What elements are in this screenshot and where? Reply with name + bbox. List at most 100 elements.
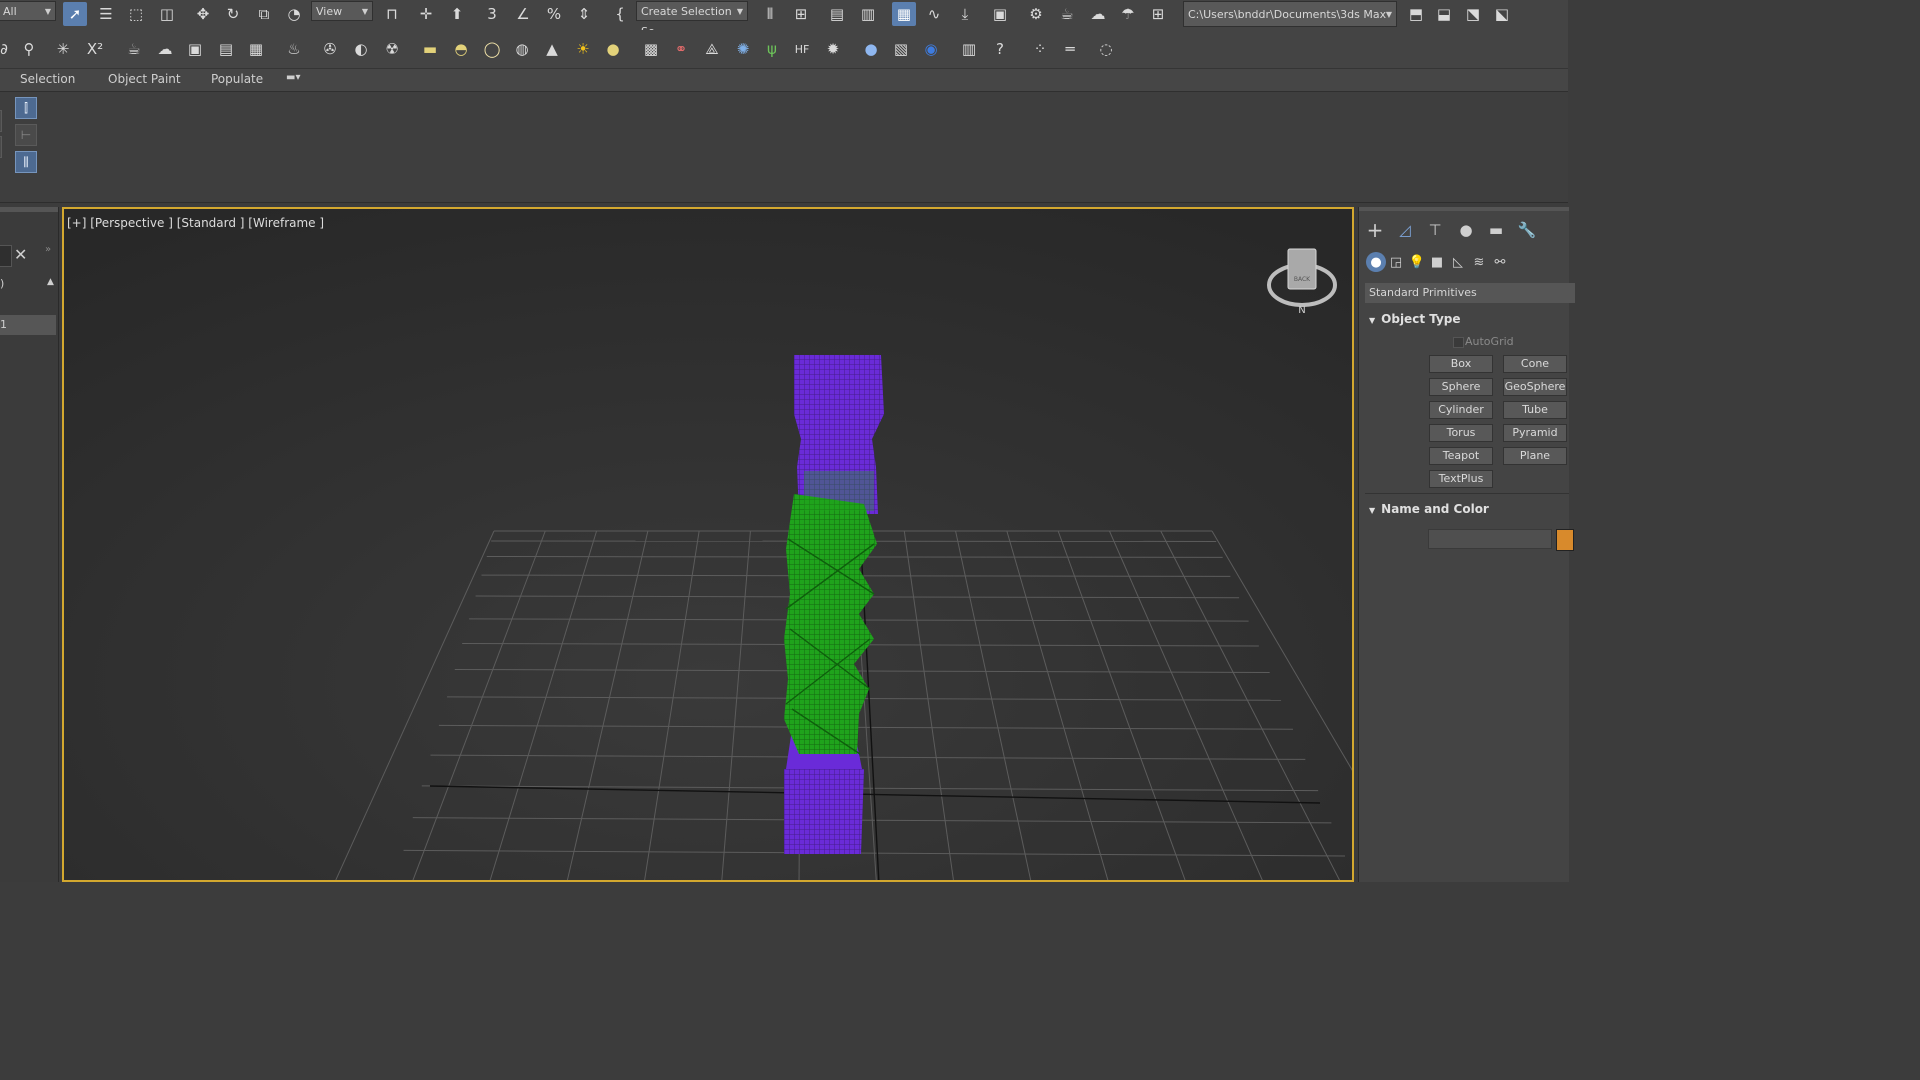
cameras-category-icon[interactable]: ■ <box>1427 252 1447 272</box>
select-by-name-icon[interactable]: ☰ <box>94 2 118 26</box>
dotted-circle-icon[interactable]: ◌ <box>1094 37 1118 61</box>
ribbon-tool-icon[interactable]: ⫿ <box>15 97 37 119</box>
ribbon-side-icon[interactable]: ▯ <box>0 136 2 158</box>
object-type-rollout-header[interactable]: ▼ Object Type <box>1369 312 1461 326</box>
project-folder-icon[interactable]: ⬒ <box>1404 2 1428 26</box>
grid-table-icon[interactable]: ▦ <box>244 37 268 61</box>
render-frame-icon[interactable]: ▣ <box>183 37 207 61</box>
particle-icon[interactable]: ✳ <box>51 37 75 61</box>
fracture-icon[interactable]: ⟁ <box>700 37 724 61</box>
snaps-toggle-icon[interactable]: 3 <box>480 2 504 26</box>
cloth-icon[interactable]: ⚭ <box>669 37 693 61</box>
autogrid-checkbox[interactable] <box>1453 337 1464 348</box>
cloud-icon[interactable]: ☁ <box>153 37 177 61</box>
ribbon-menu-icon[interactable]: ▬▾ <box>286 72 300 83</box>
lights-category-icon[interactable]: 💡 <box>1407 252 1427 272</box>
systems-category-icon[interactable]: ⚯ <box>1490 252 1510 272</box>
light-lister-icon[interactable]: ♨ <box>282 37 306 61</box>
hf-icon[interactable]: HF <box>790 37 814 61</box>
dome-light-icon[interactable]: ● <box>601 37 625 61</box>
paint-tool-icon[interactable]: ∂ <box>0 37 16 61</box>
box-button[interactable]: Box <box>1429 355 1493 373</box>
grass-icon[interactable]: ψ <box>760 37 784 61</box>
dotted-grid-icon[interactable]: ⁘ <box>1028 37 1052 61</box>
ribbon-tool-icon[interactable]: ⊢ <box>15 124 37 146</box>
plane-button[interactable]: Plane <box>1503 447 1567 465</box>
modify-tab-icon[interactable]: ◿ <box>1393 219 1417 241</box>
toggle-layer-explorer-icon[interactable]: ▥ <box>856 2 880 26</box>
angle-snap-icon[interactable]: ∠ <box>511 2 535 26</box>
teapot-button[interactable]: Teapot <box>1429 447 1493 465</box>
image-viewer-icon[interactable]: ▧ <box>889 37 913 61</box>
keyboard-shortcut-icon[interactable]: ⬆ <box>445 2 469 26</box>
primitive-category-dropdown[interactable]: Standard Primitives <box>1365 283 1575 303</box>
helpers-category-icon[interactable]: ◺ <box>1448 252 1468 272</box>
sphere-light-icon[interactable]: ◯ <box>480 37 504 61</box>
help-icon[interactable]: ? <box>988 37 1012 61</box>
material-sphere-icon[interactable]: ◉ <box>919 37 943 61</box>
shapes-category-icon[interactable]: ◲ <box>1386 252 1406 272</box>
pivot-center-icon[interactable]: ⊓ <box>380 2 404 26</box>
explorer-column-header[interactable]: ) ▲ <box>0 277 58 293</box>
schematic-view-icon[interactable]: ⤓ <box>953 2 977 26</box>
hemisphere-icon[interactable]: ◓ <box>449 37 473 61</box>
named-selection-dropdown[interactable]: Create Selection Se ▼ <box>636 1 748 38</box>
tab-object-paint[interactable]: Object Paint <box>108 72 181 86</box>
pyramid-button[interactable]: Pyramid <box>1503 424 1567 442</box>
shell-icon[interactable]: ◍ <box>510 37 534 61</box>
project-path-dropdown[interactable]: C:\Users\bnddr\Documents\3ds Max 2020 ▼ <box>1183 1 1397 47</box>
selection-filter-dropdown[interactable]: All ▼ <box>0 1 56 21</box>
cone-light-icon[interactable]: ▲ <box>540 37 564 61</box>
tab-selection[interactable]: Selection <box>20 72 75 86</box>
tab-populate[interactable]: Populate <box>211 72 263 86</box>
rendered-frame-window-icon[interactable]: ☕ <box>1055 2 1079 26</box>
render-setup-icon[interactable]: ⚙ <box>1024 2 1048 26</box>
ribbon-side-icon[interactable]: ▯ <box>0 110 2 132</box>
teapot-icon[interactable]: ☕ <box>122 37 146 61</box>
sphere-button[interactable]: Sphere <box>1429 378 1493 396</box>
utilities-tab-icon[interactable]: 🔧 <box>1515 219 1539 241</box>
fur-icon[interactable]: ✹ <box>821 37 845 61</box>
percent-snap-icon[interactable]: % <box>542 2 566 26</box>
ruler-icon[interactable]: ═ <box>1058 37 1082 61</box>
perspective-viewport[interactable]: BACK N [+] [Perspective ] [Standard ] [W… <box>62 207 1354 882</box>
rectangular-selection-icon[interactable]: ⬚ <box>124 2 148 26</box>
plane-object-icon[interactable]: ▬ <box>418 37 442 61</box>
half-sphere-icon[interactable]: ◐ <box>349 37 373 61</box>
select-object-icon[interactable]: ➚ <box>63 2 87 26</box>
material-editor-icon[interactable]: ▣ <box>988 2 1012 26</box>
spinner-snap-icon[interactable]: ⇕ <box>572 2 596 26</box>
project-settings-icon[interactable]: ⬔ <box>1461 2 1485 26</box>
group-icon[interactable]: ☢ <box>380 37 404 61</box>
brush-icon[interactable]: ⚲ <box>17 37 41 61</box>
render-production-icon[interactable]: ☁ <box>1086 2 1110 26</box>
xp-icon[interactable]: X² <box>83 37 107 61</box>
rotate-icon[interactable]: ↻ <box>221 2 245 26</box>
curve-editor-icon[interactable]: ∿ <box>922 2 946 26</box>
geometry-category-icon[interactable]: ● <box>1366 252 1386 272</box>
edit-named-selection-icon[interactable]: { <box>608 2 632 26</box>
toggle-scene-explorer-icon[interactable]: ▤ <box>825 2 849 26</box>
tube-button[interactable]: Tube <box>1503 401 1567 419</box>
hair-icon[interactable]: ▩ <box>639 37 663 61</box>
sun-icon[interactable]: ☀ <box>571 37 595 61</box>
select-manipulate-icon[interactable]: ✛ <box>414 2 438 26</box>
expand-icon[interactable]: » <box>45 244 51 255</box>
project-export-icon[interactable]: ⬕ <box>1490 2 1514 26</box>
render-shop-icon[interactable]: ⊞ <box>1146 2 1170 26</box>
viewcube-cube[interactable] <box>1287 248 1317 290</box>
ribbon-tool-icon[interactable]: ⫼ <box>15 151 37 173</box>
camera-icon[interactable]: ✇ <box>318 37 342 61</box>
material-ball-icon[interactable]: ● <box>859 37 883 61</box>
explorer-row[interactable]: 1 <box>0 315 56 335</box>
viewport-label[interactable]: [+] [Perspective ] [Standard ] [Wirefram… <box>67 216 324 230</box>
object-color-swatch[interactable] <box>1556 529 1574 551</box>
scale-icon[interactable]: ⧉ <box>252 2 276 26</box>
hierarchy-tab-icon[interactable]: ⊤ <box>1423 219 1447 241</box>
gear-icon[interactable]: ✺ <box>731 37 755 61</box>
close-icon[interactable]: ✕ <box>14 245 27 264</box>
mirror-icon[interactable]: ⫴ <box>758 2 782 26</box>
object-name-input[interactable] <box>1428 529 1552 549</box>
torus-button[interactable]: Torus <box>1429 424 1493 442</box>
window-crossing-icon[interactable]: ◫ <box>155 2 179 26</box>
